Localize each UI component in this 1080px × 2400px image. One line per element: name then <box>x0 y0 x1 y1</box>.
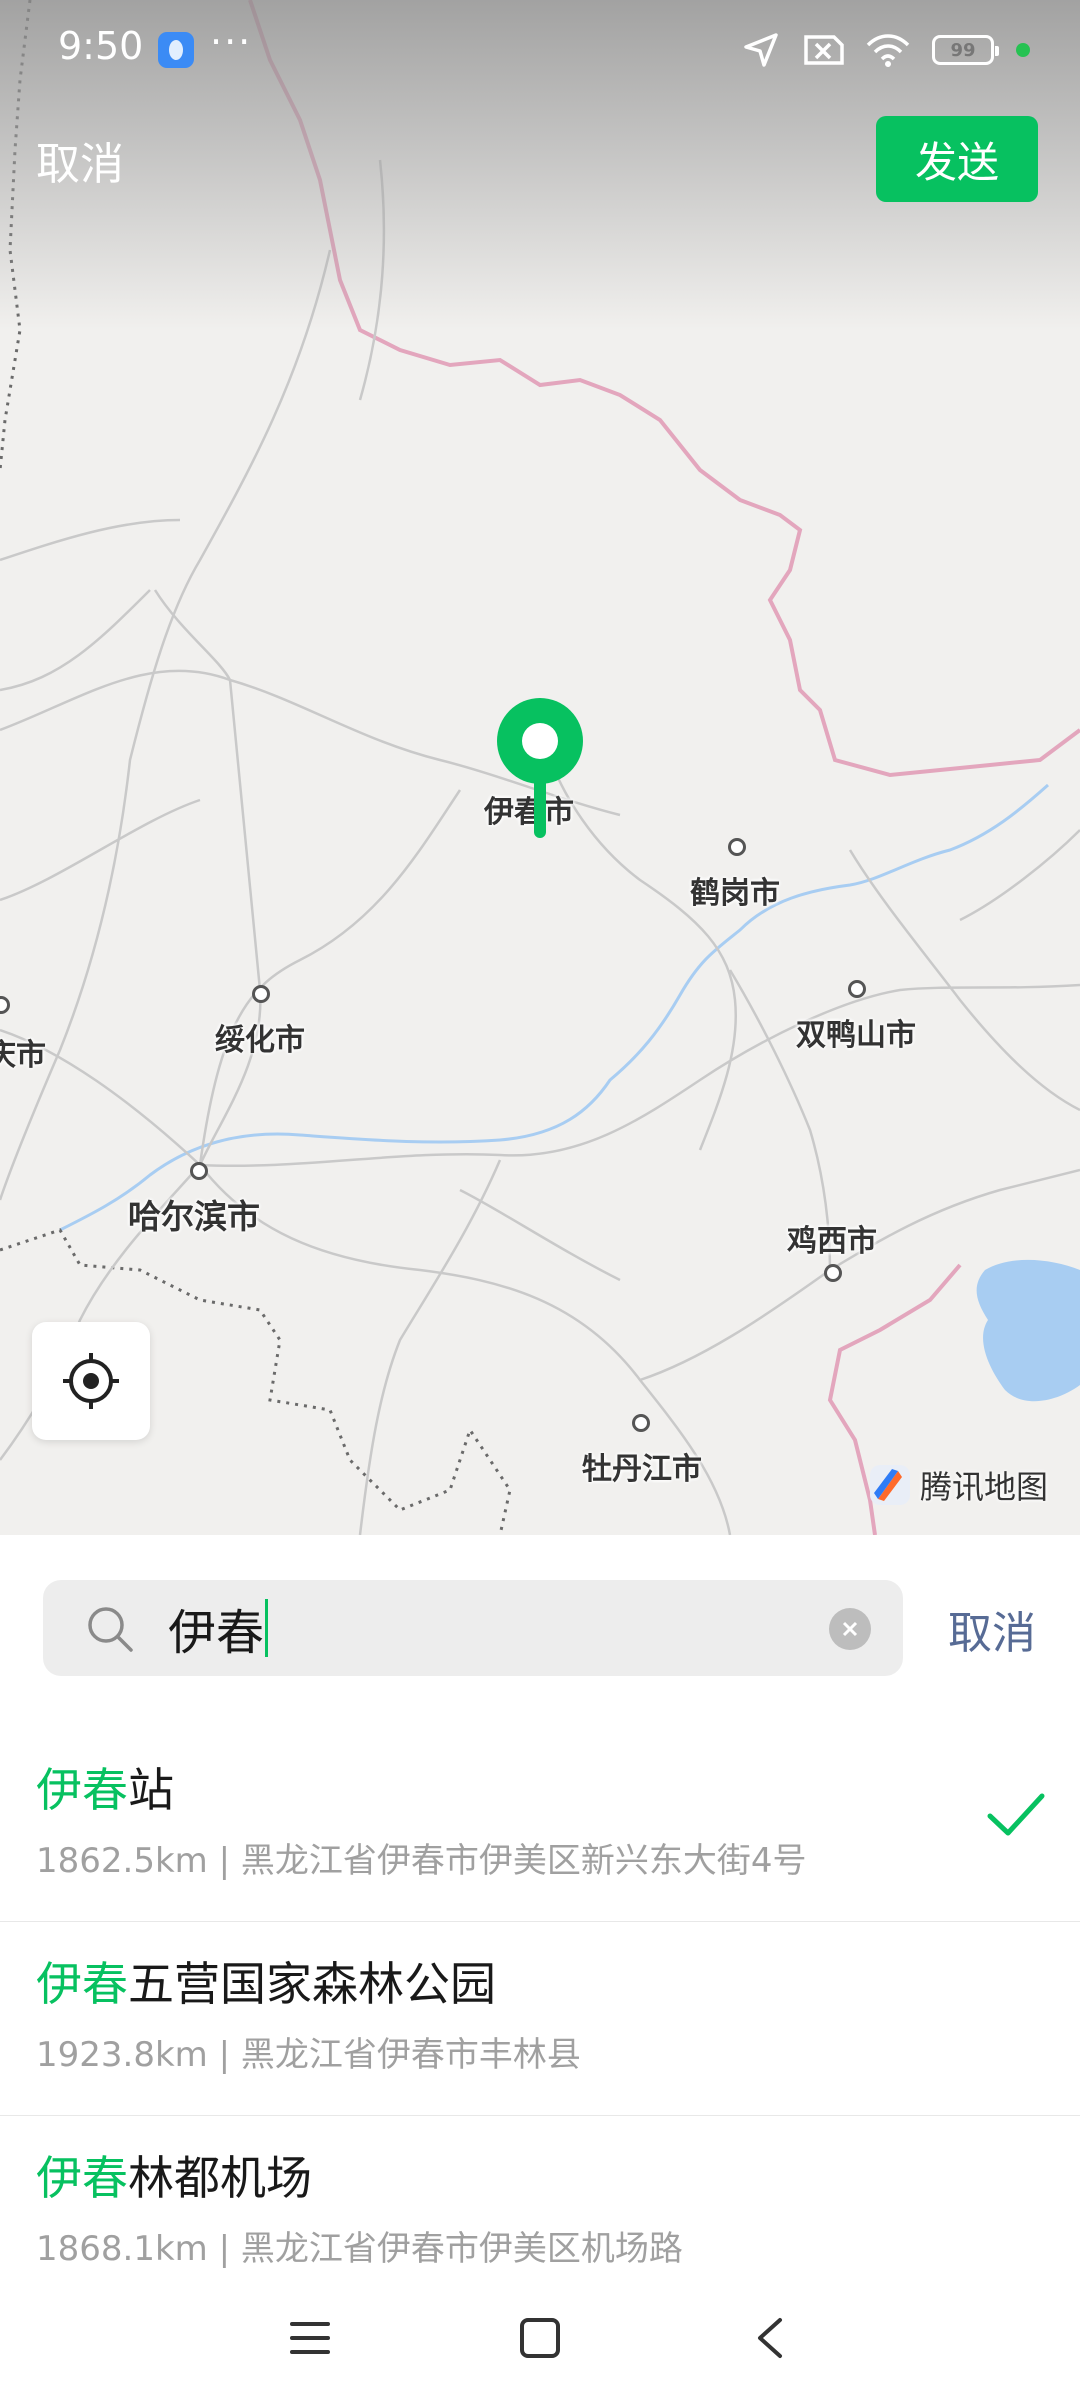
city-marker-hegang <box>728 838 746 856</box>
back-chevron-icon <box>758 2317 782 2358</box>
city-label-mudanjiang: 牡丹江市 <box>582 1452 702 1487</box>
result-title-rest: 林都机场 <box>128 2151 312 2205</box>
location-picker-screen: 伊春市 鹤岗市 绥化市 双鸭山市 哈尔滨市 鸡西市 牡丹江市 庆市 腾讯地图 9… <box>0 0 1080 2400</box>
more-notifications-icon: ··· <box>210 20 253 64</box>
result-distance: 1923.8km <box>36 2035 208 2075</box>
menu-icon <box>290 2321 330 2354</box>
result-separator: | <box>218 2229 231 2269</box>
location-arrow-icon <box>744 33 778 67</box>
result-title-highlight: 伊春 <box>36 1957 128 2011</box>
list-item[interactable]: 伊春五营国家森林公园 1923.8km | 黑龙江省伊春市丰林县 <box>0 1922 1080 2116</box>
wifi-icon <box>866 34 910 67</box>
home-square-icon <box>520 2317 560 2358</box>
city-label-jixi: 鸡西市 <box>787 1224 877 1259</box>
status-time: 9:50 <box>58 24 144 68</box>
status-bar: 9:50 ··· 99 <box>0 0 1080 100</box>
city-marker-suihua <box>252 985 270 1003</box>
map-view[interactable]: 伊春市 鹤岗市 绥化市 双鸭山市 哈尔滨市 鸡西市 牡丹江市 庆市 腾讯地图 9… <box>0 0 1080 1535</box>
city-label-hegang: 鹤岗市 <box>690 876 780 911</box>
close-icon <box>842 1621 858 1637</box>
search-icon <box>88 1607 133 1652</box>
menu-button[interactable] <box>270 2298 350 2378</box>
search-query-text: 伊春 <box>168 1605 265 1661</box>
sim-off-icon <box>804 35 844 65</box>
cancel-button[interactable]: 取消 <box>36 128 124 192</box>
locate-me-button[interactable] <box>32 1322 150 1440</box>
result-title-highlight: 伊春 <box>36 2151 128 2205</box>
search-panel: 伊春 取消 伊春站 1862.5km | 黑龙江省伊春市伊美区新兴东大街4号 伊… <box>0 1535 1080 2400</box>
map-provider-name: 腾讯地图 <box>920 1468 1049 1506</box>
result-title: 伊春五营国家森林公园 <box>36 1948 496 2014</box>
city-label-shuangyashan: 双鸭山市 <box>796 1018 916 1053</box>
result-title-rest: 站 <box>128 1763 174 1817</box>
result-address: 黑龙江省伊春市丰林县 <box>240 2035 581 2075</box>
map-provider-logo: 腾讯地图 <box>868 1462 1048 1508</box>
result-address: 黑龙江省伊春市伊美区新兴东大街4号 <box>240 1841 807 1881</box>
result-separator: | <box>218 1841 231 1881</box>
result-subtitle: 1862.5km | 黑龙江省伊春市伊美区新兴东大街4号 <box>36 1833 807 1882</box>
city-marker-harbin <box>190 1162 208 1180</box>
city-label-suihua: 绥化市 <box>215 1023 305 1058</box>
result-separator: | <box>218 2035 231 2075</box>
result-address: 黑龙江省伊春市伊美区机场路 <box>240 2229 683 2269</box>
search-results-list: 伊春站 1862.5km | 黑龙江省伊春市伊美区新兴东大街4号 伊春五营国家森… <box>0 1728 1080 2309</box>
result-subtitle: 1868.1km | 黑龙江省伊春市伊美区机场路 <box>36 2221 683 2270</box>
city-marker-shuangyashan <box>848 980 866 998</box>
send-button[interactable]: 发送 <box>876 116 1038 202</box>
battery-level: 99 <box>950 39 976 61</box>
city-marker-mudanjiang <box>632 1414 650 1432</box>
result-title: 伊春林都机场 <box>36 2142 312 2208</box>
clear-search-button[interactable] <box>829 1608 871 1650</box>
checkmark-icon <box>987 1793 1045 1836</box>
text-caret <box>265 1599 269 1657</box>
crosshair-icon <box>63 1353 119 1409</box>
city-label-harbin: 哈尔滨市 <box>128 1197 260 1236</box>
battery-icon: 99 <box>932 35 999 65</box>
status-icons: 99 <box>742 30 1030 70</box>
list-item[interactable]: 伊春站 1862.5km | 黑龙江省伊春市伊美区新兴东大街4号 <box>0 1728 1080 1922</box>
result-distance: 1868.1km <box>36 2229 208 2269</box>
result-distance: 1862.5km <box>36 1841 208 1881</box>
system-nav-bar <box>0 2275 1080 2400</box>
city-marker-jixi <box>824 1264 842 1282</box>
home-button[interactable] <box>500 2298 580 2378</box>
city-label-daqing: 庆市 <box>0 1038 46 1073</box>
status-green-dot <box>1016 43 1030 57</box>
location-pin-icon[interactable] <box>497 698 583 838</box>
tencent-map-logo-icon <box>870 1465 910 1505</box>
result-subtitle: 1923.8km | 黑龙江省伊春市丰林县 <box>36 2027 581 2076</box>
app-notification-icon <box>158 32 194 68</box>
search-field[interactable]: 伊春 <box>43 1580 903 1676</box>
search-input[interactable]: 伊春 <box>168 1594 269 1662</box>
back-button[interactable] <box>730 2298 810 2378</box>
search-cancel-button[interactable]: 取消 <box>948 1597 1036 1661</box>
result-title: 伊春站 <box>36 1754 174 1820</box>
result-title-highlight: 伊春 <box>36 1763 128 1817</box>
result-title-rest: 五营国家森林公园 <box>128 1957 496 2011</box>
